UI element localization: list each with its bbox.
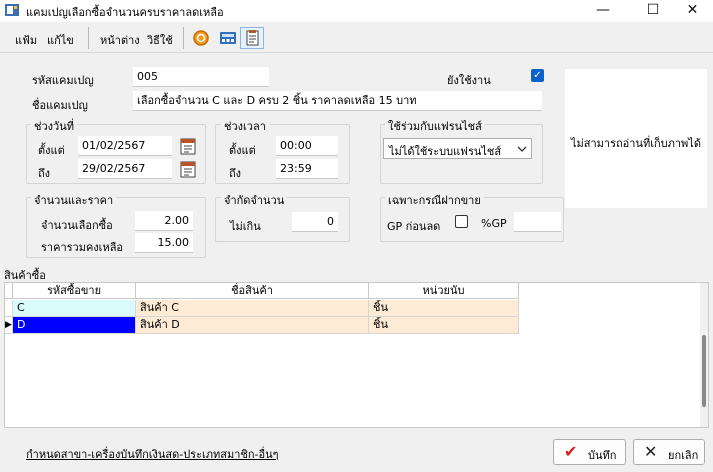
date-range-title: ช่วงวันที่: [31, 117, 77, 135]
close-window-button[interactable]: ✕: [672, 0, 713, 22]
date-to-label: ถึง: [38, 167, 51, 180]
active-checkbox[interactable]: ✓: [531, 69, 544, 82]
image-error-message: ไม่สามารถอ่านที่เก็บภาพได้: [571, 137, 701, 150]
cancel-button-label: ยกเลิก: [668, 449, 699, 462]
app-icon: [5, 4, 19, 16]
menu-edit[interactable]: แก้ไข: [47, 31, 74, 49]
table-cell-name[interactable]: สินค้า D: [136, 317, 369, 334]
window-title: แคมเปญเลือกซื้อจำนวนครบราคาลดเหลือ: [26, 6, 224, 19]
table-cell-unit[interactable]: ชิ้น: [369, 317, 519, 334]
title-bar: แคมเปญเลือกซื้อจำนวนครบราคาลดเหลือ — ☐ ✕: [0, 0, 713, 22]
limit-max-field[interactable]: 0: [292, 212, 338, 232]
table-cell-code[interactable]: C: [13, 300, 136, 317]
total-price-field[interactable]: 15.00: [135, 233, 193, 253]
menu-window[interactable]: หน้าต่าง: [100, 31, 140, 49]
franchise-selected-value: ไม่ได้ใช้ระบบแฟรนไชส์: [389, 145, 502, 158]
toolbar-separator: [88, 27, 89, 49]
date-from-label: ตั้งแต่: [38, 144, 65, 157]
row-header[interactable]: [5, 300, 13, 317]
limit-max-label: ไม่เกิน: [230, 220, 261, 233]
image-panel: ไม่สามารถอ่านที่เก็บภาพได้: [565, 69, 707, 208]
grid-scrollbar[interactable]: [700, 283, 708, 427]
date-from-field[interactable]: 01/02/2567: [78, 136, 172, 156]
main-window: แคมเปญเลือกซื้อจำนวนครบราคาลดเหลือ — ☐ ✕…: [0, 0, 713, 472]
toolbar-separator: [183, 27, 184, 49]
row-header-corner: [5, 283, 13, 299]
total-price-label: ราคารวมคงเหลือ: [41, 241, 124, 254]
consign-title: เฉพาะกรณีฝากขาย: [385, 191, 484, 209]
qty-field[interactable]: 2.00: [135, 211, 193, 231]
checkmark-icon: ✔: [564, 442, 578, 461]
save-button[interactable]: ✔ บันทึก: [553, 439, 626, 465]
calculator-icon[interactable]: [216, 27, 240, 49]
franchise-title: ใช้ร่วมกับแฟรนไชส์: [385, 117, 485, 135]
gp-percent-label: %GP: [481, 217, 507, 230]
copy-document-icon[interactable]: [240, 27, 264, 49]
cross-icon: ✕: [644, 442, 658, 461]
cancel-button[interactable]: ✕ ยกเลิก: [633, 439, 705, 465]
gp-before-checkbox[interactable]: [455, 215, 468, 228]
qty-price-title: จำนวนและราคา: [31, 191, 117, 209]
minimize-button[interactable]: —: [580, 0, 626, 22]
campaign-code-field[interactable]: 005: [133, 67, 269, 87]
franchise-dropdown[interactable]: ไม่ได้ใช้ระบบแฟรนไชส์: [383, 138, 532, 159]
limit-title: จำกัดจำนวน: [221, 191, 288, 209]
current-row-indicator[interactable]: ▶: [5, 317, 13, 334]
qty-label: จำนวนเลือกซื้อ: [41, 219, 113, 232]
column-header-code[interactable]: รหัสซื้อขาย: [13, 283, 136, 299]
time-to-label: ถึง: [229, 167, 242, 180]
maximize-button[interactable]: ☐: [630, 0, 676, 22]
menu-help[interactable]: วิธีใช้: [147, 31, 173, 49]
campaign-name-label: ชื่อแคมเปญ: [32, 99, 88, 112]
column-header-unit[interactable]: หน่วยนับ: [369, 283, 519, 299]
products-grid: รหัสซื้อขาย ชื่อสินค้า หน่วยนับ C สินค้า…: [4, 282, 709, 428]
table-cell-unit[interactable]: ชิ้น: [369, 300, 519, 317]
date-to-field[interactable]: 29/02/2567: [78, 159, 172, 179]
scrollbar-thumb[interactable]: [702, 335, 706, 407]
campaign-code-label: รหัสแคมเปญ: [32, 74, 94, 87]
column-header-name[interactable]: ชื่อสินค้า: [136, 283, 369, 299]
menu-toolbar: แฟ้ม แก้ไข หน้าต่าง วิธีใช้: [0, 23, 713, 53]
calendar-icon[interactable]: [178, 136, 198, 156]
gp-percent-field[interactable]: [514, 212, 561, 232]
time-range-title: ช่วงเวลา: [221, 117, 269, 135]
chevron-down-icon: [517, 146, 527, 152]
time-to-field[interactable]: 23:59: [276, 159, 338, 179]
time-from-label: ตั้งแต่: [229, 144, 256, 157]
calendar-icon[interactable]: [178, 159, 198, 179]
save-button-label: บันทึก: [588, 449, 617, 462]
active-label: ยังใช้งาน: [447, 74, 491, 87]
table-cell-code[interactable]: D: [13, 317, 136, 334]
coin-icon[interactable]: [189, 27, 213, 49]
table-cell-name[interactable]: สินค้า C: [136, 300, 369, 317]
branch-settings-link[interactable]: กำหนดสาขา-เครื่องบันทึกเงินสด-ประเภทสมาช…: [26, 445, 279, 463]
campaign-name-field[interactable]: เลือกซื้อจำนวน C และ D ครบ 2 ชิ้น ราคาลด…: [133, 91, 542, 111]
menu-file[interactable]: แฟ้ม: [15, 31, 37, 49]
time-from-field[interactable]: 00:00: [276, 136, 338, 156]
gp-before-label: GP ก่อนลด: [387, 220, 441, 233]
